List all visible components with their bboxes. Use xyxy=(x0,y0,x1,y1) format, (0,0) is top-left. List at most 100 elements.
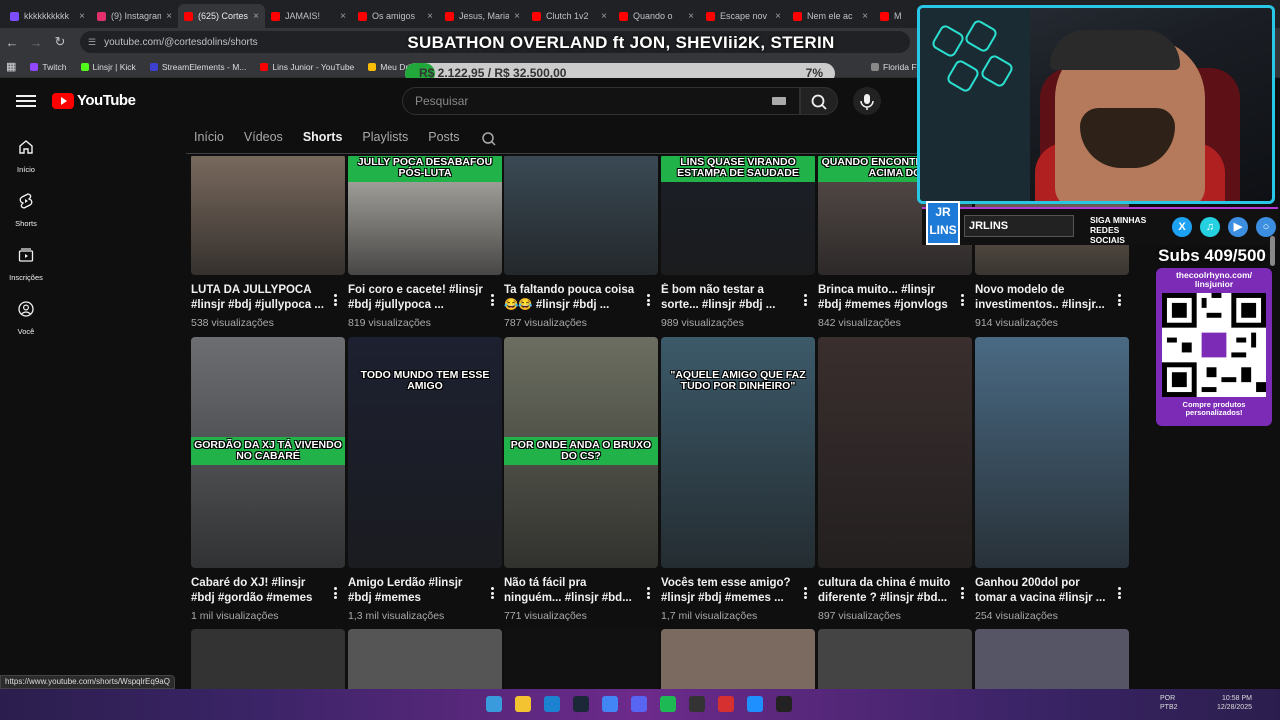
short-title[interactable]: Brinca muito... #linsjr #bdj #memes #jon… xyxy=(818,283,972,314)
sidebar-item-you[interactable]: Você xyxy=(0,300,52,336)
tab-close-icon[interactable]: × xyxy=(79,11,85,22)
tab-close-icon[interactable]: × xyxy=(166,11,172,22)
tab-vídeos[interactable]: Vídeos xyxy=(244,124,283,153)
browser-tab[interactable]: JAMAIS! × xyxy=(265,4,352,28)
browser-tab[interactable]: kkkkkkkkkk × xyxy=(4,4,91,28)
browser-tab[interactable]: (9) Instagram × xyxy=(91,4,178,28)
short-card[interactable]: LINS QUASE VIRANDO ESTAMPA DE SAUDADE É b… xyxy=(661,156,815,329)
more-options-icon[interactable] xyxy=(491,587,494,599)
channel-search-icon[interactable] xyxy=(480,130,498,148)
browser-tab[interactable]: Escape nov × xyxy=(700,4,787,28)
short-thumbnail[interactable] xyxy=(975,629,1129,690)
obs-icon[interactable] xyxy=(689,696,705,712)
browser-tab[interactable]: (625) Cortes × xyxy=(178,4,265,28)
tab-close-icon[interactable]: × xyxy=(775,11,781,22)
short-card[interactable] xyxy=(348,629,502,690)
search-button[interactable] xyxy=(800,87,838,115)
short-thumbnail[interactable] xyxy=(191,156,345,275)
more-options-icon[interactable] xyxy=(961,587,964,599)
more-options-icon[interactable] xyxy=(647,587,650,599)
short-title[interactable]: Ganhou 200dol por tomar a vacina #linsjr… xyxy=(975,576,1129,607)
short-card[interactable]: JULLY POCA DESABAFOU PÓS-LUTA Foi coro e … xyxy=(348,156,502,329)
tab-close-icon[interactable]: × xyxy=(688,11,694,22)
browser-tab[interactable]: Quando o × xyxy=(613,4,700,28)
more-options-icon[interactable] xyxy=(961,294,964,306)
app-icon[interactable] xyxy=(718,696,734,712)
short-title[interactable]: cultura da china é muito diferente ? #li… xyxy=(818,576,972,607)
browser-tab[interactable]: Os amigos × xyxy=(352,4,439,28)
short-thumbnail[interactable]: TODO MUNDO TEM ESSE AMIGO xyxy=(348,337,502,568)
system-clock[interactable]: 10:58 PM 12/28/2025 xyxy=(1217,694,1252,712)
more-options-icon[interactable] xyxy=(491,294,494,306)
short-title[interactable]: Cabaré do XJ! #linsjr #bdj #gordão #meme… xyxy=(191,576,345,607)
short-card[interactable] xyxy=(661,629,815,690)
chrome-icon[interactable] xyxy=(602,696,618,712)
short-thumbnail[interactable] xyxy=(975,337,1129,568)
discord-icon[interactable] xyxy=(631,696,647,712)
short-card[interactable]: POR ONDE ANDA O BRUXO DO CS? Não tá fácil… xyxy=(504,337,658,622)
steam-icon[interactable] xyxy=(573,696,589,712)
more-options-icon[interactable] xyxy=(334,587,337,599)
short-thumbnail[interactable]: "AQUELE AMIGO QUE FAZ TUDO POR DINHEIRO" xyxy=(661,337,815,568)
short-thumbnail[interactable]: LINS QUASE VIRANDO ESTAMPA DE SAUDADE xyxy=(661,156,815,275)
short-card[interactable]: Ta faltando pouca coisa 😂😂 #linsjr #bdj … xyxy=(504,156,658,329)
app-icon-2[interactable] xyxy=(747,696,763,712)
short-title[interactable]: Não tá fácil pra ninguém... #linsjr #bd.… xyxy=(504,576,658,607)
short-card[interactable]: "AQUELE AMIGO QUE FAZ TUDO POR DINHEIRO"… xyxy=(661,337,815,622)
short-card[interactable]: LUTA DA JULLYPOCA #linsjr #bdj #jullypoc… xyxy=(191,156,345,329)
page-scrollbar[interactable] xyxy=(1270,236,1275,266)
tab-playlists[interactable]: Playlists xyxy=(362,124,408,153)
short-card[interactable] xyxy=(191,629,345,690)
short-thumbnail[interactable] xyxy=(504,156,658,275)
short-thumbnail[interactable] xyxy=(818,629,972,690)
short-card[interactable]: Ganhou 200dol por tomar a vacina #linsjr… xyxy=(975,337,1129,622)
tab-close-icon[interactable]: × xyxy=(340,11,346,22)
tab-close-icon[interactable]: × xyxy=(601,11,607,22)
more-options-icon[interactable] xyxy=(1118,294,1121,306)
short-card[interactable] xyxy=(975,629,1129,690)
menu-icon[interactable] xyxy=(16,92,36,110)
short-thumbnail[interactable] xyxy=(818,337,972,568)
short-thumbnail[interactable] xyxy=(661,629,815,690)
short-thumbnail[interactable] xyxy=(504,629,658,690)
reload-icon[interactable]: ↻ xyxy=(48,34,72,50)
bookmark-item[interactable]: Twitch xyxy=(30,62,67,72)
tab-shorts[interactable]: Shorts xyxy=(303,124,343,153)
tab-close-icon[interactable]: × xyxy=(427,11,433,22)
more-options-icon[interactable] xyxy=(647,294,650,306)
short-title[interactable]: Amigo Lerdão #linsjr #bdj #memes xyxy=(348,576,502,607)
short-card[interactable] xyxy=(818,629,972,690)
short-thumbnail[interactable] xyxy=(191,629,345,690)
bookmark-item[interactable]: Linsjr | Kick xyxy=(80,62,136,72)
short-card[interactable]: GORDÃO DA XJ TÁ VIVENDO NO CABARÉ Cabaré … xyxy=(191,337,345,622)
windows-start-icon[interactable] xyxy=(486,696,502,712)
tab-início[interactable]: Início xyxy=(194,124,224,153)
short-card[interactable]: TODO MUNDO TEM ESSE AMIGO Amigo Lerdão #l… xyxy=(348,337,502,622)
voice-search-button[interactable] xyxy=(853,87,881,115)
short-card[interactable] xyxy=(504,629,658,690)
bookmark-item[interactable]: StreamElements - M... xyxy=(149,62,246,72)
short-card[interactable]: cultura da china é muito diferente ? #li… xyxy=(818,337,972,622)
browser-tab[interactable]: Clutch 1v2 × xyxy=(526,4,613,28)
short-title[interactable]: Novo modelo de investimentos.. #linsjr..… xyxy=(975,283,1129,314)
short-title[interactable]: Vocês tem esse amigo? #linsjr #bdj #meme… xyxy=(661,576,815,607)
more-options-icon[interactable] xyxy=(334,294,337,306)
short-thumbnail[interactable]: GORDÃO DA XJ TÁ VIVENDO NO CABARÉ xyxy=(191,337,345,568)
site-info-icon[interactable]: ☰ xyxy=(88,37,96,48)
browser-tab[interactable]: Jesus, Maria × xyxy=(439,4,526,28)
short-title[interactable]: LUTA DA JULLYPOCA #linsjr #bdj #jullypoc… xyxy=(191,283,345,314)
tab-close-icon[interactable]: × xyxy=(514,11,520,22)
short-title[interactable]: É bom não testar a sorte... #linsjr #bdj… xyxy=(661,283,815,314)
sidebar-item-shorts[interactable]: Shorts xyxy=(0,192,52,228)
file-explorer-icon[interactable] xyxy=(515,696,531,712)
spotify-icon[interactable] xyxy=(660,696,676,712)
bookmark-item[interactable]: Lins Junior - YouTube xyxy=(260,62,354,72)
keyboard-language[interactable]: POR PTB2 xyxy=(1160,694,1186,712)
keyboard-icon[interactable] xyxy=(772,97,786,105)
terminal-icon[interactable] xyxy=(776,696,792,712)
short-title[interactable]: Ta faltando pouca coisa 😂😂 #linsjr #bdj … xyxy=(504,283,658,314)
short-thumbnail[interactable] xyxy=(348,629,502,690)
sidebar-item-home[interactable]: Início xyxy=(0,138,52,174)
more-options-icon[interactable] xyxy=(804,294,807,306)
youtube-logo[interactable]: YouTube xyxy=(52,92,136,109)
